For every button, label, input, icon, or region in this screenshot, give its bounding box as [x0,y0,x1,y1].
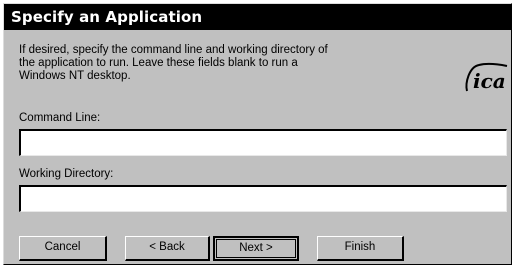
specify-application-dialog: Specify an Application If desired, speci… [3,3,512,265]
command-line-label: Command Line: [19,112,101,124]
description-line: Windows NT desktop. [19,70,131,82]
finish-button-label: Finish [344,241,376,253]
working-directory-label: Working Directory: [19,168,114,180]
back-button-label: < Back [149,241,185,253]
description-line: If desired, specify the command line and… [19,44,328,56]
description-line: the application to run. Leave these fiel… [19,57,298,69]
back-button[interactable]: < Back [125,236,210,261]
cancel-button[interactable]: Cancel [19,236,107,261]
ica-logo-icon: ica [465,62,508,93]
logo-text: ica [473,69,506,93]
working-directory-input[interactable] [19,185,507,212]
next-button[interactable]: Next > [213,236,299,261]
dialog-title: Specify an Application [4,4,511,30]
next-button-label: Next > [239,242,273,254]
command-line-input[interactable] [19,129,507,156]
finish-button[interactable]: Finish [317,236,404,261]
description-text: If desired, specify the command line and… [19,44,439,83]
cancel-button-label: Cancel [44,241,81,253]
